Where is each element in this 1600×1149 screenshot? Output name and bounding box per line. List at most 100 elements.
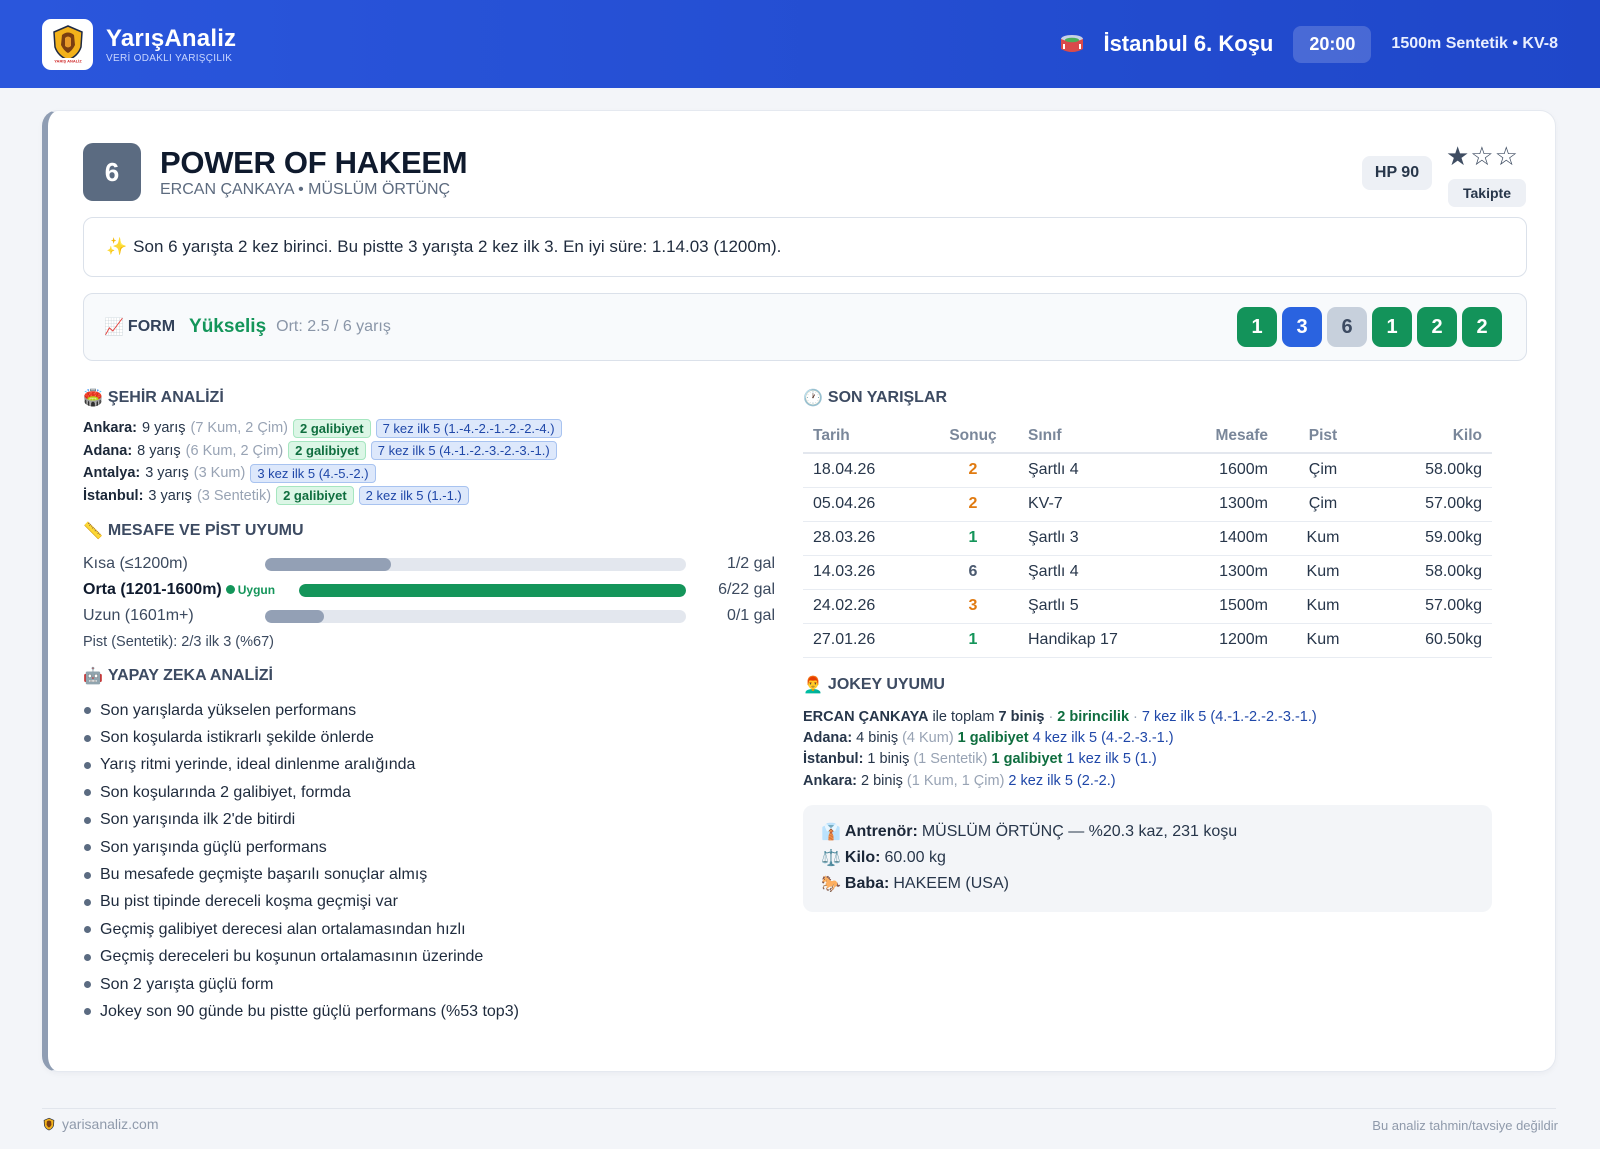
top5-text: 2 kez ilk 5 (2.-2.): [1008, 772, 1116, 789]
fit-dot-icon: [225, 585, 235, 594]
summary-box: ✨ Son 6 yarışta 2 kez birinci. Bu pistte…: [83, 217, 1527, 277]
city-analysis-list: Ankara: 9 yarış (7 Kum, 2 Çim) 2 galibiyet 7…: [83, 417, 562, 507]
cell-date: 28.03.26: [803, 521, 928, 556]
city-name: Adana:: [803, 730, 853, 747]
wins-text: 1 galibiyet: [957, 730, 1029, 747]
ai-item: Son yarışında ilk 2'de bitirdi: [83, 807, 519, 834]
top5-text: 1 kez ilk 5 (1.): [1066, 751, 1157, 768]
cell-result: 1: [928, 623, 1018, 658]
fit-label: Uygun: [237, 583, 276, 597]
cell-weight: 60.50kg: [1368, 623, 1492, 658]
col-distance: Mesafe: [1188, 419, 1278, 454]
small-logo-icon: [43, 1117, 55, 1130]
city-name: Antalya:: [83, 465, 141, 482]
jockey-city-row: Ankara: 2 biniş (1 Kum, 1 Çim) 2 kez ilk 5 …: [803, 770, 1317, 791]
form-label: FORM: [127, 318, 176, 335]
hp-badge: HP 90: [1362, 156, 1432, 190]
cell-weight: 57.00kg: [1368, 589, 1492, 624]
form-average: Ort: 2.5 / 6 yarış: [276, 318, 391, 335]
horse-number-badge: 6: [83, 143, 141, 201]
form-box: 📈 FORM Yükseliş Ort: 2.5 / 6 yarış 13612…: [83, 293, 1527, 361]
col-date: Tarih: [803, 419, 928, 454]
cell-track: Kum: [1278, 589, 1368, 624]
horse-icon: 🐎: [821, 876, 841, 893]
col-track: Pist: [1278, 419, 1368, 454]
robot-icon: 🤖: [83, 668, 103, 685]
ai-item: Son yarışında güçlü performans: [83, 834, 519, 861]
form-result-badge: 1: [1237, 307, 1277, 347]
top-header: YARIŞ ANALİZ YarışAnaliz VERİ ODAKLI YAR…: [0, 0, 1600, 88]
distance-wins: 6/22 gal: [718, 581, 775, 598]
race-count: 8 yarış: [137, 442, 181, 459]
ai-analysis-list: Son yarışlarda yükselen performans Son ko…: [83, 697, 519, 1026]
col-class: Sınıf: [1018, 419, 1188, 454]
distance-bar: [265, 609, 686, 623]
distance-label: Orta (1201-1600m): [83, 581, 222, 598]
jockey-name: ERCAN ÇANKAYA: [803, 708, 929, 725]
form-result-badge: 2: [1417, 307, 1457, 347]
stadium-icon: 🏟️: [83, 390, 103, 407]
top5-tag: 7 kez ilk 5 (4.-1.-2.-3.-2.-3.-1.): [370, 441, 557, 461]
ride-count: 1 biniş: [867, 751, 910, 768]
distance-row: Orta (1201-1600m) Uygun 6/22 gal: [83, 577, 775, 603]
ai-item: Yarış ritmi yerinde, ideal dinlenme aral…: [83, 752, 519, 779]
recent-races-title: 🕐 SON YARIŞLAR: [803, 389, 948, 407]
table-row: 18.04.26 2 Şartlı 4 1600m Çim 58.00kg: [803, 453, 1492, 488]
city-name: Ankara:: [803, 772, 857, 789]
distance-row: Uzun (1601m+) 0/1 gal: [83, 603, 775, 629]
ai-analysis-title: 🤖 YAPAY ZEKA ANALİZİ: [83, 667, 273, 685]
top5-tag: 2 kez ilk 5 (1.-1.): [358, 486, 469, 506]
footer-site[interactable]: yarisanaliz.com: [42, 1116, 158, 1132]
form-result-badge: 6: [1327, 307, 1367, 347]
race-count: 9 yarış: [142, 420, 186, 437]
horse-logo-icon: YARIŞ ANALİZ: [52, 25, 83, 64]
cell-class: KV-7: [1018, 487, 1188, 522]
cell-date: 14.03.26: [803, 555, 928, 590]
table-row: 28.03.26 1 Şartlı 3 1400m Kum 59.00kg: [803, 521, 1492, 556]
follow-button[interactable]: Takipte: [1448, 179, 1526, 207]
distance-wins: 1/2 gal: [726, 555, 775, 572]
cell-track: Kum: [1278, 521, 1368, 556]
distance-label: Uzun (1601m+): [83, 607, 194, 624]
ride-count: 4 biniş: [856, 730, 899, 747]
city-name: Adana:: [83, 442, 133, 459]
city-name: Ankara:: [83, 420, 137, 437]
cell-date: 05.04.26: [803, 487, 928, 522]
recent-races-table: Tarih Sonuç Sınıf Mesafe Pist Kilo 18.04…: [803, 419, 1492, 658]
track-detail: (7 Kum, 2 Çim): [190, 420, 289, 437]
ai-item: Geçmiş galibiyet derecesi alan ortalamas…: [83, 916, 519, 943]
race-info: İstanbul 6. Koşu 20:00 1500m Sentetik • …: [1059, 25, 1558, 63]
race-time-badge: 20:00: [1293, 25, 1372, 63]
table-row: 24.02.26 3 Şartlı 5 1500m Kum 57.00kg: [803, 589, 1492, 624]
star-rating[interactable]: ★☆☆: [1446, 141, 1519, 172]
cell-track: Çim: [1278, 487, 1368, 522]
city-row: İstanbul: 3 yarış (3 Sentetik) 2 galibiyet 2…: [83, 485, 562, 508]
track-detail: (1 Kum, 1 Çim): [906, 772, 1005, 789]
wins-tag: 2 galibiyet: [276, 486, 354, 506]
distance-bar: [299, 583, 686, 597]
footer-divider: [42, 1108, 1556, 1109]
cell-weight: 58.00kg: [1368, 453, 1492, 488]
cell-distance: 1200m: [1188, 623, 1278, 658]
table-row: 27.01.26 1 Handikap 17 1200m Kum 60.50kg: [803, 623, 1492, 658]
race-title: İstanbul 6. Koşu: [1103, 31, 1274, 56]
jockey-icon: 👨‍🦰: [803, 677, 823, 694]
cell-class: Handikap 17: [1018, 623, 1188, 658]
jockey-fit-title: 👨‍🦰 JOKEY UYUMU: [803, 676, 945, 694]
track-detail: (1 Sentetik): [913, 751, 988, 768]
distance-bar-fill: [299, 583, 686, 597]
race-count: 3 yarış: [145, 465, 189, 482]
form-trend: Yükseliş: [189, 316, 267, 337]
cell-result: 1: [928, 521, 1018, 556]
distance-row: Kısa (≤1200m) 1/2 gal: [83, 551, 775, 577]
brand-logo[interactable]: YARIŞ ANALİZ: [42, 18, 93, 70]
track-detail: (3 Kum): [193, 465, 246, 482]
col-result: Sonuç: [928, 419, 1018, 454]
cell-weight: 57.00kg: [1368, 487, 1492, 522]
ai-item: Bu mesafede geçmişte başarılı sonuçlar a…: [83, 861, 519, 888]
table-row: 14.03.26 6 Şartlı 4 1300m Kum 58.00kg: [803, 555, 1492, 590]
cell-result: 3: [928, 589, 1018, 624]
cell-distance: 1600m: [1188, 453, 1278, 488]
form-result-badge: 2: [1462, 307, 1502, 347]
race-count: 3 yarış: [148, 487, 192, 504]
